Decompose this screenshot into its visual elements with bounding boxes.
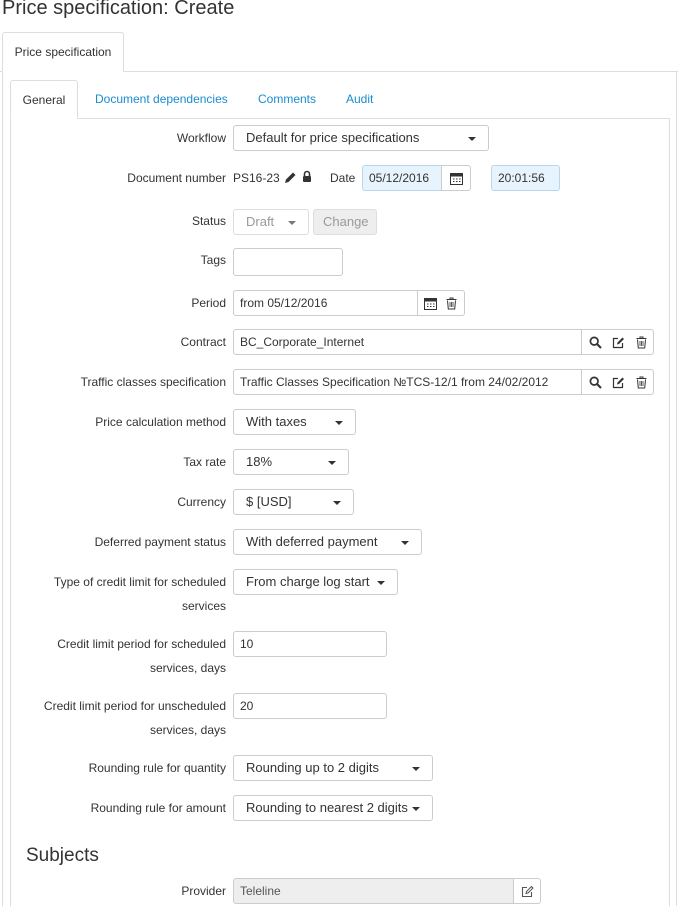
change-status-label: Change [323,214,369,229]
rounding-amount-select[interactable]: Rounding to nearest 2 digits [233,795,433,821]
currency-select[interactable]: $ [USD] [233,489,354,515]
credit-limit-type-select[interactable]: From charge log start [233,569,398,595]
deferred-payment-value: With deferred payment [246,534,378,549]
provider-edit-button[interactable] [513,878,541,904]
date-input[interactable]: 05/12/2016 [362,165,442,191]
chevron-down-icon [333,501,341,505]
status-select: Draft [233,209,309,235]
rounding-quantity-label: Rounding rule for quantity [88,761,226,775]
credit-period-scheduled-input[interactable]: 10 [233,631,387,657]
status-value: Draft [246,214,275,229]
deferred-payment-label: Deferred payment status [94,535,226,549]
trash-icon[interactable] [636,336,647,349]
chevron-down-icon [412,807,420,811]
document-number-label: Document number [127,171,226,185]
document-number-value: PS16-23 [233,171,280,185]
period-buttons [417,290,465,316]
calendar-icon[interactable] [424,297,437,310]
price-calc-method-select[interactable]: With taxes [233,409,356,435]
tab-audit[interactable]: Audit [346,80,373,119]
traffic-classes-input[interactable]: Traffic Classes Specification №TCS-12/1 … [233,369,582,395]
tab-document-dependencies[interactable]: Document dependencies [95,80,228,119]
contract-label: Contract [180,335,226,349]
traffic-classes-label: Traffic classes specification [80,375,226,389]
tax-rate-select[interactable]: 18% [233,449,349,475]
traffic-classes-buttons [581,369,654,395]
lock-icon [303,170,311,182]
inner-panel-border-right [669,118,670,906]
tax-rate-label: Tax rate [183,455,226,469]
credit-period-unscheduled-label-line2: services, days [149,723,226,737]
edit-icon[interactable] [612,376,625,389]
search-icon[interactable] [589,376,602,389]
tab-general[interactable]: General [10,80,78,119]
edit-icon [521,885,534,898]
tags-input[interactable] [233,248,343,276]
page-title: Price specification: Create [2,0,235,19]
trash-icon[interactable] [446,297,457,310]
chevron-down-icon [377,581,385,585]
chevron-down-icon [335,421,343,425]
chevron-down-icon [288,221,296,225]
date-label: Date [330,171,356,185]
rounding-quantity-select[interactable]: Rounding up to 2 digits [233,755,433,781]
calendar-icon [450,173,463,185]
deferred-payment-select[interactable]: With deferred payment [233,529,422,555]
tags-label: Tags [200,253,226,267]
provider-label: Provider [181,884,226,898]
trash-icon[interactable] [636,376,647,389]
chevron-down-icon [468,137,476,141]
change-status-button[interactable]: Change [313,209,377,235]
credit-period-unscheduled-label-line1: Credit limit period for unscheduled [43,699,226,713]
credit-limit-type-label-line1: Type of credit limit for scheduled [53,575,226,589]
credit-period-scheduled-label-line1: Credit limit period for scheduled [57,637,226,651]
contract-input[interactable]: BC_Corporate_Internet [233,329,582,355]
workflow-label: Workflow [176,131,226,145]
credit-limit-type-label-line2: services [181,599,226,613]
credit-limit-type-value: From charge log start [246,574,370,589]
chevron-down-icon [412,767,420,771]
price-calc-method-label: Price calculation method [95,415,226,429]
credit-period-unscheduled-input[interactable]: 20 [233,693,387,719]
edit-icon[interactable] [612,336,625,349]
inner-panel-border-left [10,118,11,906]
chevron-down-icon [401,541,409,545]
period-input[interactable]: from 05/12/2016 [233,290,418,316]
rounding-amount-value: Rounding to nearest 2 digits [246,800,408,815]
date-calendar-button[interactable] [441,165,471,191]
search-icon[interactable] [589,336,602,349]
provider-input: Teleline [233,878,514,904]
pencil-icon[interactable] [284,171,297,184]
currency-label: Currency [177,495,226,509]
workflow-value: Default for price specifications [246,130,420,145]
chevron-down-icon [328,461,336,465]
status-label: Status [191,214,226,228]
outer-panel-border-left [2,71,3,906]
credit-period-scheduled-label-line2: services, days [149,661,226,675]
time-input[interactable]: 20:01:56 [491,165,560,191]
rounding-quantity-value: Rounding up to 2 digits [246,760,379,775]
tab-comments[interactable]: Comments [258,80,316,119]
rounding-amount-label: Rounding rule for amount [90,801,226,815]
price-calc-method-value: With taxes [246,414,307,429]
workflow-select[interactable]: Default for price specifications [233,125,489,151]
tax-rate-value: 18% [246,454,273,469]
tab-price-specification[interactable]: Price specification [2,32,124,72]
subjects-title: Subjects [26,845,99,866]
currency-value: $ [USD] [246,494,292,509]
contract-buttons [581,329,654,355]
outer-panel-border-right [676,71,677,906]
period-label: Period [191,296,226,310]
